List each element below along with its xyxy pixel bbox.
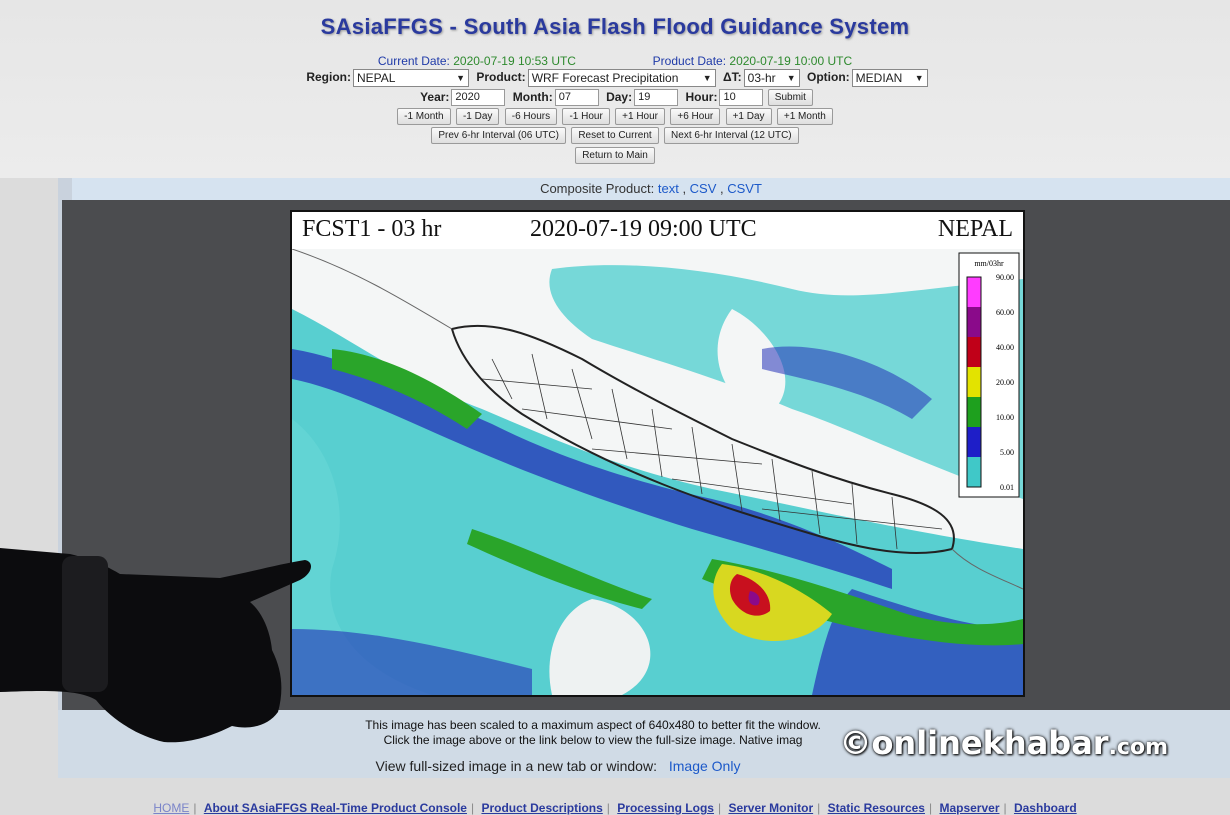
app-title: SAsiaFFGS - South Asia Flash Flood Guida…: [320, 14, 910, 39]
product-date-label: Product Date:: [652, 54, 727, 68]
option-select-value: MEDIAN: [855, 71, 903, 85]
minus-1-hour-button[interactable]: -1 Hour: [562, 108, 610, 125]
hour-label: Hour:: [685, 89, 718, 104]
interval-row: Prev 6-hr Interval (06 UTC) Reset to Cur…: [0, 127, 1230, 144]
reset-to-current-button[interactable]: Reset to Current: [571, 127, 659, 144]
current-date-label: Current Date:: [377, 54, 450, 68]
composite-product-label: Composite Product:: [540, 181, 655, 196]
product-label: Product:: [476, 70, 526, 85]
date-input-row: Year: 2020 Month: 07 Day: 19 Hour: 10 Submit: [0, 89, 1230, 106]
hand-shape: [0, 548, 312, 743]
image-only-link[interactable]: Image Only: [669, 758, 741, 774]
chevron-down-icon: ▼: [914, 73, 924, 83]
copyright-icon: ©: [839, 724, 872, 762]
fullsize-label: View full-sized image in a new tab or wi…: [375, 758, 657, 774]
chevron-down-icon: ▼: [786, 73, 796, 83]
current-date-value: 2020-07-19 10:53 UTC: [453, 54, 576, 68]
next-interval-button[interactable]: Next 6-hr Interval (12 UTC): [664, 127, 799, 144]
delta-t-select-value: 03-hr: [747, 71, 776, 85]
prev-interval-button[interactable]: Prev 6-hr Interval (06 UTC): [431, 127, 566, 144]
legend-unit: mm/03hr: [974, 259, 1004, 268]
legend-color-segment: [967, 277, 981, 307]
precipitation-map: mm/03hr 90.00 60.00 40.00 20.00 10.00 5.00 0.0…: [292, 249, 1023, 695]
minus-1-month-button[interactable]: -1 Month: [397, 108, 451, 125]
composite-csvt-link[interactable]: CSVT: [727, 181, 762, 196]
watermark-logo: ©onlinekhabar.com: [839, 724, 1168, 762]
plus-6-hour-button[interactable]: +6 Hour: [670, 108, 721, 125]
composite-csv-link[interactable]: CSV: [690, 181, 717, 196]
plus-1-month-button[interactable]: +1 Month: [776, 108, 833, 125]
delta-t-label: ΔT:: [723, 70, 742, 85]
region-select-value: NEPAL: [357, 71, 396, 85]
dates-row: Current Date: 2020-07-19 10:53 UTC Produ…: [0, 54, 1230, 68]
legend-tick-label: 5.00: [1000, 448, 1014, 457]
legend-color-segment: [967, 427, 981, 457]
option-label: Option:: [807, 70, 850, 85]
return-row: Return to Main: [0, 147, 1230, 164]
option-select[interactable]: MEDIAN ▼: [851, 69, 928, 87]
wristwatch-band: [62, 556, 108, 692]
map-title-forecast: FCST1 - 03 hr: [302, 216, 442, 242]
legend-tick-label: 10.00: [996, 413, 1014, 422]
minus-1-day-button[interactable]: -1 Day: [455, 108, 500, 125]
plus-1-day-button[interactable]: +1 Day: [725, 108, 772, 125]
product-select[interactable]: WRF Forecast Precipitation ▼: [527, 69, 716, 87]
precip-legend: mm/03hr 90.00 60.00 40.00 20.00 10.00 5.00 0.0…: [958, 252, 1020, 498]
year-label: Year:: [420, 89, 450, 104]
watermark-brand: onlinekhabar: [871, 724, 1109, 762]
map-title-time: 2020-07-19 09:00 UTC: [530, 216, 757, 242]
region-select[interactable]: NEPAL ▼: [353, 69, 469, 87]
legend-tick-label: 40.00: [996, 343, 1014, 352]
legend-color-segment: [967, 457, 981, 487]
watermark-suffix: .com: [1108, 735, 1168, 760]
map-title-region: NEPAL: [937, 216, 1013, 242]
legend-color-segment: [967, 397, 981, 427]
map-header: FCST1 - 03 hr 2020-07-19 09:00 UTC NEPAL: [292, 212, 1023, 248]
return-to-main-button[interactable]: Return to Main: [575, 147, 655, 164]
legend-color-segment: [967, 307, 981, 337]
composite-text-link[interactable]: text: [658, 181, 679, 196]
day-label: Day:: [606, 89, 633, 104]
legend-color-segment: [967, 337, 981, 367]
legend-tick-label: 20.00: [996, 378, 1014, 387]
delta-t-select[interactable]: 03-hr ▼: [743, 69, 800, 87]
product-date-value: 2020-07-19 10:00 UTC: [729, 54, 853, 68]
plus-1-hour-button[interactable]: +1 Hour: [615, 108, 666, 125]
pointing-hand-silhouette: [0, 548, 312, 743]
hour-input[interactable]: 10: [719, 89, 764, 106]
chevron-down-icon: ▼: [702, 73, 712, 83]
legend-color-segment: [967, 367, 981, 397]
month-input[interactable]: 07: [554, 89, 599, 106]
chevron-down-icon: ▼: [456, 73, 465, 83]
day-input[interactable]: 19: [634, 89, 679, 106]
region-label: Region:: [306, 70, 351, 85]
time-step-row: -1 Month -1 Day -6 Hours -1 Hour +1 Hour…: [0, 108, 1230, 125]
submit-button[interactable]: Submit: [767, 89, 813, 106]
year-input[interactable]: 2020: [451, 89, 506, 106]
legend-tick-label: 90.00: [996, 273, 1014, 282]
forecast-map-image[interactable]: FCST1 - 03 hr 2020-07-19 09:00 UTC NEPAL…: [290, 210, 1025, 697]
month-label: Month:: [512, 89, 553, 104]
composite-product-bar: Composite Product: text , CSV , CSVT: [72, 178, 1230, 201]
legend-tick-label: 60.00: [996, 308, 1014, 317]
selection-row: Region: NEPAL ▼ Product: WRF Forecast Preci…: [0, 69, 1230, 87]
legend-tick-label: 0.01: [1000, 483, 1014, 492]
minus-6-hours-button[interactable]: -6 Hours: [504, 108, 558, 125]
product-select-value: WRF Forecast Precipitation: [531, 71, 679, 85]
